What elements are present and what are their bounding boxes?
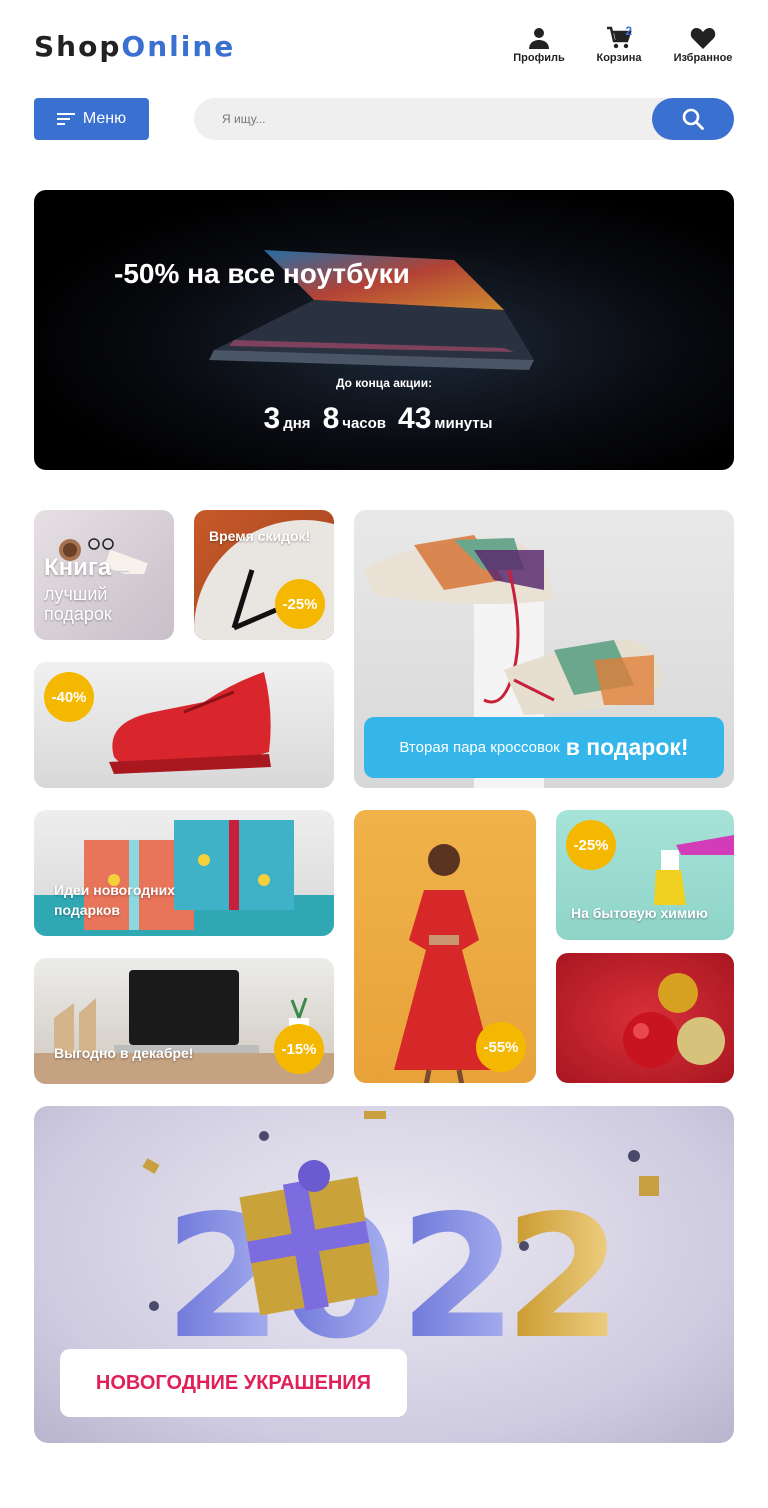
clock-discount-badge: -25% <box>275 579 325 629</box>
clock-title: Время скидок! <box>209 528 311 544</box>
hamburger-icon <box>56 113 75 125</box>
dress-discount-badge: -55% <box>476 1022 526 1072</box>
book-subtitle: лучший подарок <box>44 584 112 624</box>
hero-subtitle: До конца акции: <box>335 376 433 390</box>
countdown-days: 3 <box>263 402 281 435</box>
tile-sneakers[interactable]: Вторая пара кроссовок в подарок! <box>354 510 734 788</box>
christmas-balls-image <box>623 973 725 1068</box>
heart-icon <box>690 28 716 49</box>
tile-laptop-december[interactable]: Выгодно в декабре! -15% <box>34 958 334 1084</box>
search-input[interactable] <box>222 98 642 140</box>
boot-discount-badge: -40% <box>44 672 94 722</box>
sneakers-promo-box: Вторая пара кроссовок в подарок! <box>364 717 724 778</box>
hero-banner-laptops[interactable]: -50% на все ноутбуки До конца акции: 3 дн… <box>34 190 734 470</box>
menu-label: Меню <box>82 110 127 127</box>
chemistry-discount-badge: -25% <box>566 820 616 870</box>
logo-part-shop: Shop <box>34 30 122 63</box>
tile-clock[interactable]: Время скидок! -25% <box>194 510 334 640</box>
search-bar <box>194 98 734 140</box>
laptop-december-discount-badge: -15% <box>274 1024 324 1074</box>
countdown-minutes-unit: минуты <box>434 415 493 432</box>
tile-boot[interactable]: -40% <box>34 662 334 788</box>
chemistry-label: На бытовую химию <box>571 905 708 921</box>
tile-book[interactable]: Книга – лучший подарок <box>34 510 174 640</box>
countdown-minutes: 43 <box>398 402 432 435</box>
sneakers-promo-small: Вторая пара кроссовок <box>399 739 560 756</box>
logo-part-online: Online <box>121 30 236 63</box>
year-digit-3: 2 <box>399 1179 517 1377</box>
book-line-3: подарок <box>44 604 112 624</box>
search-button[interactable] <box>652 98 734 140</box>
sneakers-promo-big: в подарок! <box>565 734 689 760</box>
countdown-hours: 8 <box>322 402 340 435</box>
countdown-hours-unit: часов <box>342 415 387 432</box>
tile-gifts[interactable]: Идеи новогодних подарков <box>34 810 334 936</box>
favorites-link[interactable]: Избранное <box>668 26 738 64</box>
book-title: Книга – <box>44 556 129 581</box>
menu-button[interactable]: Меню <box>34 98 149 140</box>
tile-chemistry[interactable]: -25% На бытовую химию <box>556 810 734 940</box>
tile-dress[interactable]: -55% <box>354 810 536 1083</box>
book-line-2: лучший <box>44 584 108 604</box>
favorites-label: Избранное <box>673 52 733 64</box>
tile-ornaments[interactable] <box>556 953 734 1083</box>
logo[interactable]: ShopOnline <box>34 30 235 63</box>
cart-label: Корзина <box>596 52 642 64</box>
gifts-label: Идеи новогодних подарков <box>54 882 175 918</box>
countdown-days-unit: дня <box>283 415 311 432</box>
year-digit-4: 2 <box>504 1179 622 1377</box>
cart-link[interactable]: 2 Корзина <box>584 24 654 64</box>
user-icon <box>529 28 549 49</box>
cart-count-badge: 2 <box>625 24 632 38</box>
new-year-decorations-button[interactable]: НОВОГОДНИЕ УКРАШЕНИЯ <box>60 1349 407 1417</box>
hero-title: -50% на все ноутбуки <box>114 258 410 289</box>
countdown: 3 дня 8 часов 43 минуты <box>34 402 734 436</box>
profile-link[interactable]: Профиль <box>504 26 574 64</box>
book-title-word: Книга <box>44 554 112 581</box>
new-year-banner[interactable]: 2 0 2 2 НОВОГОДНИЕ УКРАШЕНИЯ <box>34 1106 734 1443</box>
book-title-dash: – <box>117 558 130 580</box>
search-icon <box>682 108 704 130</box>
laptop-december-label: Выгодно в декабре! <box>54 1045 194 1061</box>
profile-label: Профиль <box>513 52 565 64</box>
